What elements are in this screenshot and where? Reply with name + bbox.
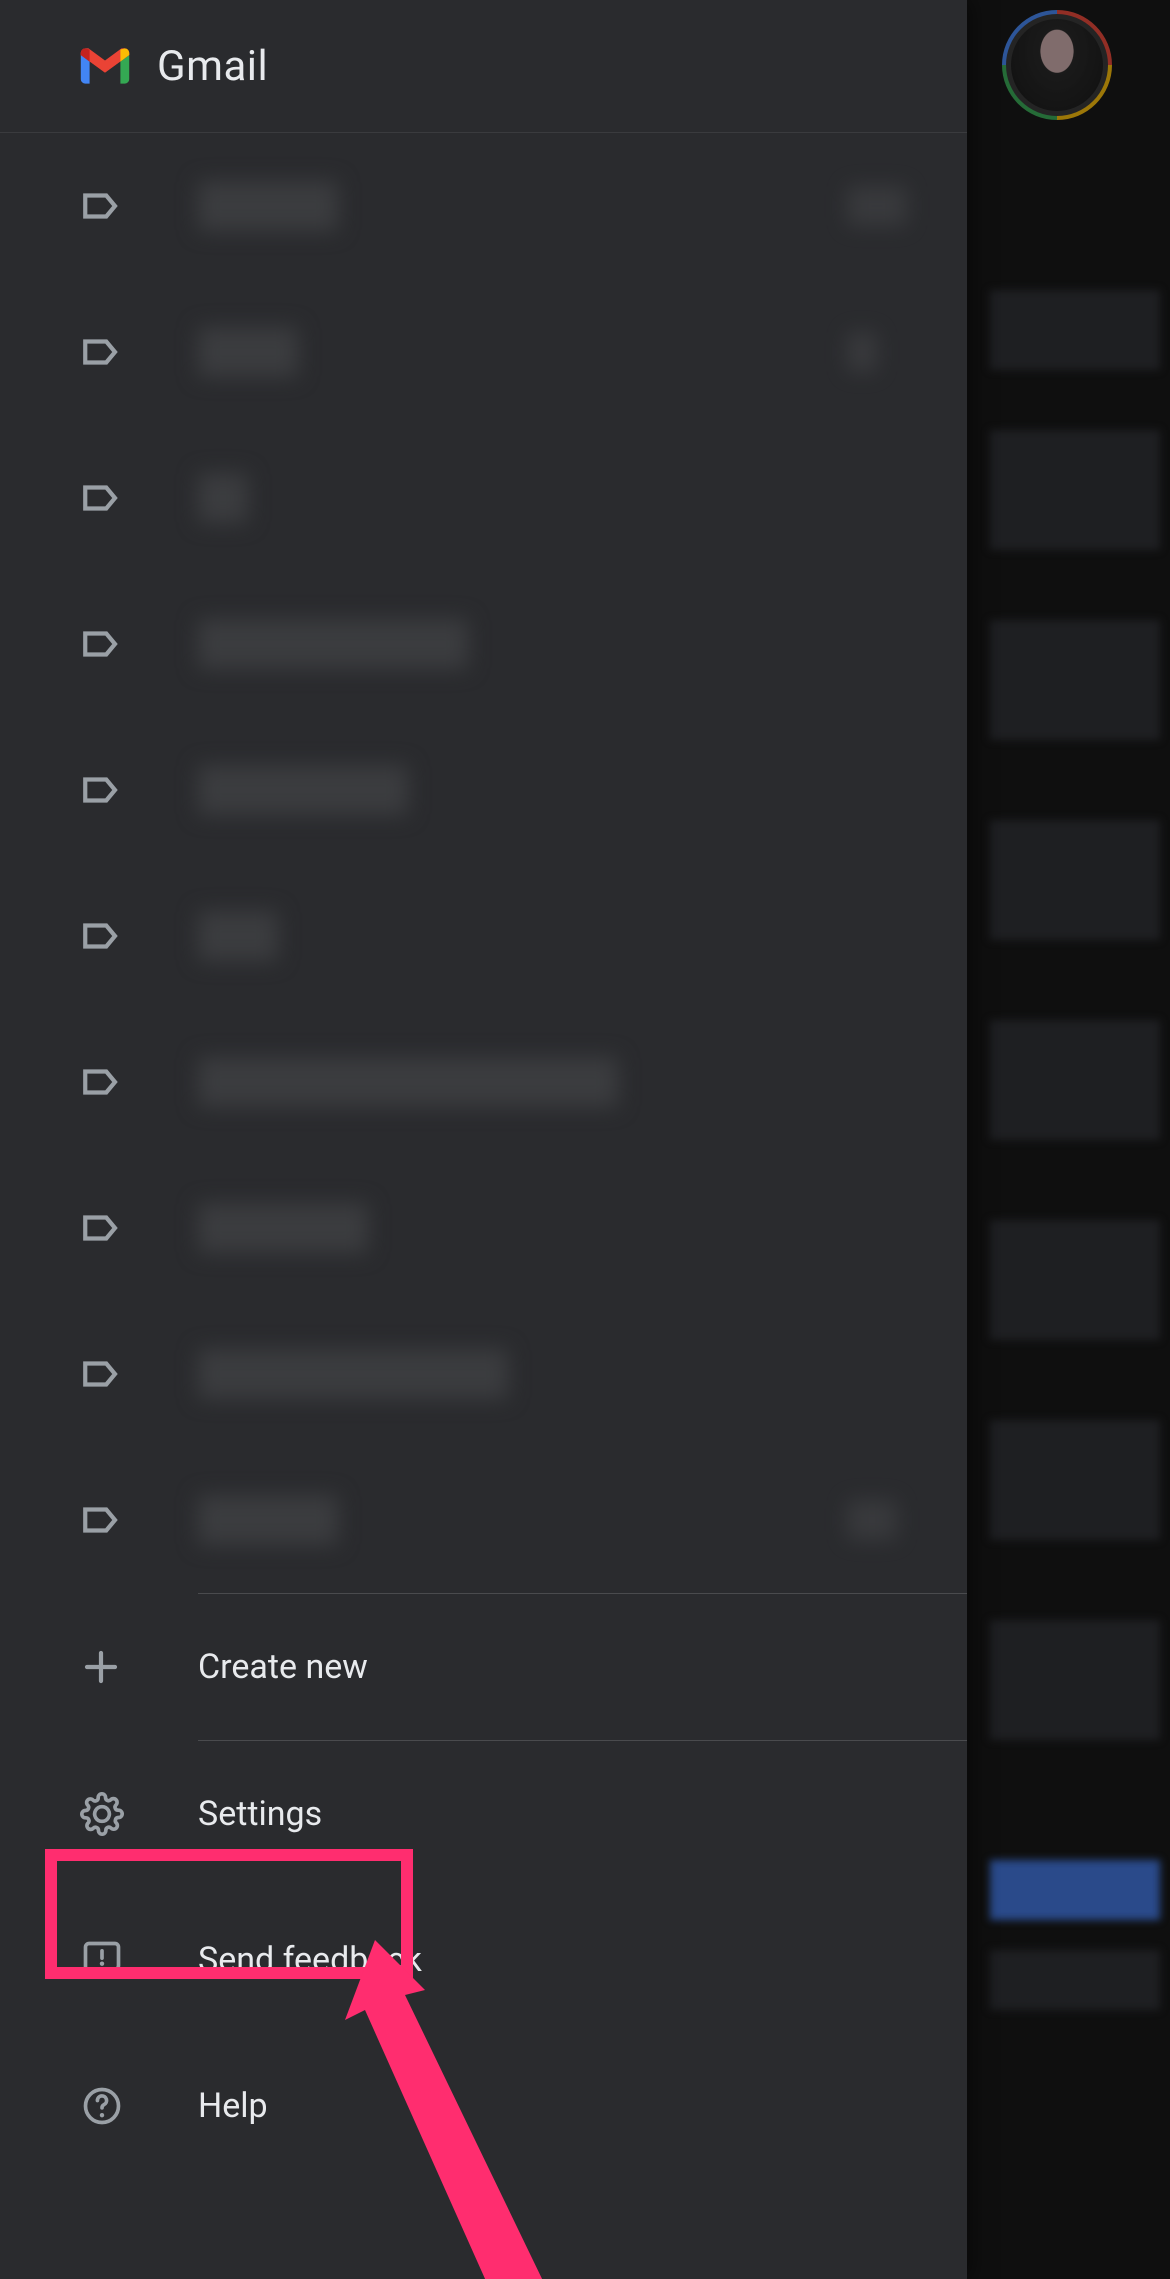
redacted-count — [847, 332, 877, 372]
feedback-label: Send feedback — [198, 1940, 907, 1980]
label-icon — [80, 1207, 198, 1249]
background-blur-block — [990, 1020, 1160, 1140]
label-icon — [80, 915, 198, 957]
sidebar-label-item[interactable] — [0, 279, 967, 425]
help-label: Help — [198, 2086, 907, 2126]
help-item[interactable]: Help — [0, 2033, 967, 2179]
background-blur-block — [990, 290, 1160, 370]
redacted-label — [198, 1203, 368, 1253]
drawer-list: Create new Settings — [0, 133, 967, 2179]
redacted-label — [198, 765, 408, 815]
redacted-label — [198, 327, 298, 377]
gmail-logo[interactable]: Gmail — [75, 42, 268, 91]
settings-item[interactable]: Settings — [0, 1741, 967, 1887]
plus-icon — [80, 1646, 198, 1688]
sidebar-label-item[interactable] — [0, 133, 967, 279]
background-blur-block — [990, 430, 1160, 550]
background-blur-block — [990, 1420, 1160, 1540]
background-blur-block — [990, 1950, 1160, 2010]
feedback-icon — [80, 1938, 198, 1982]
redacted-label — [198, 473, 248, 523]
navigation-drawer: Gmail — [0, 0, 967, 2279]
label-icon — [80, 1499, 198, 1541]
redacted-count — [847, 186, 907, 226]
send-feedback-item[interactable]: Send feedback — [0, 1887, 967, 2033]
redacted-label — [198, 619, 468, 669]
account-avatar[interactable] — [1002, 10, 1112, 120]
label-icon — [80, 477, 198, 519]
label-icon — [80, 331, 198, 373]
redacted-label — [198, 181, 338, 231]
redacted-label — [198, 1057, 618, 1107]
sidebar-label-item[interactable] — [0, 1301, 967, 1447]
avatar-image — [1006, 14, 1108, 116]
background-blur-block — [990, 1620, 1160, 1740]
redacted-label — [198, 1349, 508, 1399]
label-icon — [80, 623, 198, 665]
label-icon — [80, 1061, 198, 1103]
settings-label: Settings — [198, 1794, 907, 1834]
redacted-label — [198, 1495, 338, 1545]
label-icon — [80, 769, 198, 811]
redacted-label — [198, 911, 278, 961]
label-icon — [80, 1353, 198, 1395]
sidebar-label-item[interactable] — [0, 717, 967, 863]
help-icon — [80, 2084, 198, 2128]
sidebar-label-item[interactable] — [0, 863, 967, 1009]
create-new-label-item[interactable]: Create new — [0, 1594, 967, 1740]
background-blur-block — [990, 1220, 1160, 1340]
sidebar-label-item[interactable] — [0, 1009, 967, 1155]
redacted-count — [847, 1500, 897, 1540]
background-blur-block — [990, 820, 1160, 940]
sidebar-label-item[interactable] — [0, 425, 967, 571]
app-title: Gmail — [157, 42, 268, 91]
app-root: Gmail — [0, 0, 1170, 2279]
label-icon — [80, 185, 198, 227]
sidebar-label-item[interactable] — [0, 1447, 967, 1593]
sidebar-label-item[interactable] — [0, 1155, 967, 1301]
gear-icon — [80, 1792, 198, 1836]
create-new-label: Create new — [198, 1647, 907, 1687]
background-blur-block — [990, 1860, 1160, 1920]
drawer-header: Gmail — [0, 0, 967, 133]
background-blur-block — [990, 620, 1160, 740]
gmail-icon — [75, 44, 135, 88]
sidebar-label-item[interactable] — [0, 571, 967, 717]
